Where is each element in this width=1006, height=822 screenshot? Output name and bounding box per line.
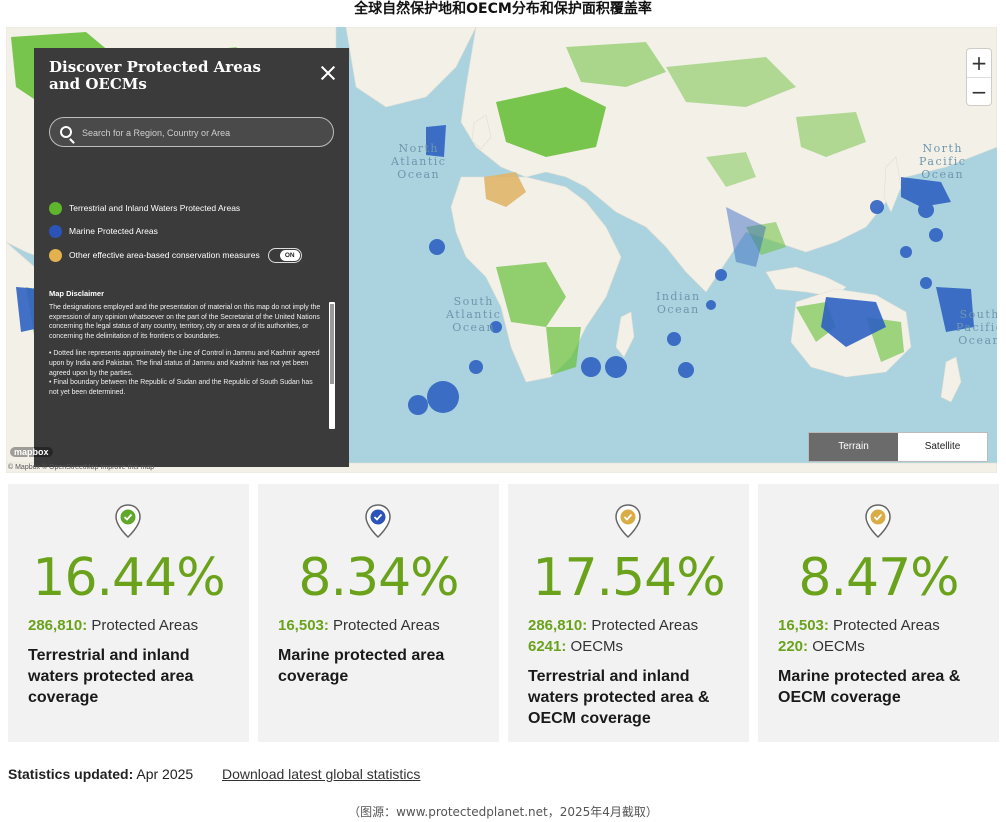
stat-count: 286,810:: [28, 617, 88, 634]
stat-count-label: OECMs: [566, 638, 624, 655]
stats-updated-label: Statistics updated:: [8, 766, 134, 782]
stat-description: Marine protected area coverage: [278, 647, 445, 685]
south-atlantic-label: South Atlantic Ocean: [446, 295, 502, 334]
legend-item-oecm: Other effective area-based conservation …: [49, 247, 302, 263]
terrain-button[interactable]: Terrain: [809, 433, 898, 461]
stat-description: Terrestrial and inland waters protected …: [28, 647, 194, 706]
stat-count-line: 220: OECMs: [778, 637, 865, 657]
source-caption: （图源：www.protectedplanet.net，2025年4月截取）: [348, 805, 658, 819]
toggle-state: ON: [279, 249, 300, 261]
stat-value: 8.47%: [798, 548, 959, 608]
oecm-toggle[interactable]: ON: [267, 247, 302, 263]
south-pacific-label: South Pacific Ocean: [956, 308, 997, 347]
disclaimer-scrollbar[interactable]: [329, 302, 335, 429]
zoom-controls: + −: [967, 49, 991, 105]
download-statistics-link[interactable]: Download latest global statistics: [222, 766, 420, 782]
close-icon[interactable]: [320, 65, 336, 81]
stat-value: 17.54%: [532, 548, 725, 608]
green-dot-icon: [49, 201, 62, 215]
disclaimer-notes: • Dotted line represents approximately t…: [49, 350, 320, 396]
stats-updated: Statistics updated: Apr 2025: [8, 766, 193, 782]
panel-title: Discover Protected Areas and OECMs: [49, 58, 261, 93]
stat-count: 220:: [778, 638, 809, 655]
stat-count-label: Protected Areas: [828, 617, 940, 634]
zoom-out-button[interactable]: −: [967, 77, 991, 105]
stat-count: 16,503:: [778, 617, 829, 634]
stat-card-marine: 8.34% 16,503: Protected Areas Marine pro…: [258, 484, 499, 742]
world-map[interactable]: North Atlantic Ocean South Atlantic Ocea…: [6, 27, 997, 473]
stat-count: 286,810:: [528, 617, 588, 634]
stats-updated-date: Apr 2025: [133, 766, 194, 782]
stat-card-terrestrial-oecm: 17.54% 286,810: Protected Areas 6241: OE…: [508, 484, 749, 742]
stat-value: 8.34%: [298, 548, 459, 608]
stat-count-line: 16,503: Protected Areas: [778, 616, 940, 636]
disclaimer-paragraph: The designations employed and the presen…: [49, 304, 321, 340]
legend-item-marine: Marine Protected Areas: [49, 224, 158, 238]
legend-label: Terrestrial and Inland Waters Protected …: [69, 203, 241, 213]
legend-label: Other effective area-based conservation …: [69, 250, 260, 260]
disclaimer-body: The designations employed and the presen…: [49, 303, 323, 429]
north-atlantic-label: North Atlantic Ocean: [391, 142, 447, 181]
disclaimer-title: Map Disclaimer: [49, 289, 105, 298]
stat-count-label: Protected Areas: [587, 617, 699, 634]
stat-count-line: 286,810: Protected Areas: [28, 616, 198, 636]
map-pin-check-icon: [365, 504, 391, 538]
stat-count-label: Protected Areas: [328, 617, 440, 634]
indian-ocean-label: Indian Ocean: [656, 290, 701, 316]
stat-count: 6241:: [528, 638, 567, 655]
map-attribution[interactable]: © Mapbox © OpenStreetMap Improve this ma…: [8, 464, 154, 471]
north-pacific-label: North Pacific Ocean: [919, 142, 967, 181]
legend-label: Marine Protected Areas: [69, 226, 158, 236]
blue-dot-icon: [49, 224, 62, 238]
zoom-in-button[interactable]: +: [967, 49, 991, 77]
map-pin-check-icon: [115, 504, 141, 538]
stat-count-line: 286,810: Protected Areas: [528, 616, 698, 636]
stat-count-label: OECMs: [808, 638, 865, 655]
map-pin-check-icon: [865, 504, 891, 538]
stat-count-label: Protected Areas: [87, 617, 199, 634]
mapbox-logo[interactable]: mapbox: [10, 447, 53, 457]
stat-count-line: 16,503: Protected Areas: [278, 616, 440, 636]
map-pin-check-icon: [615, 504, 641, 538]
search-box[interactable]: [49, 117, 334, 147]
stat-count-line: 6241: OECMs: [528, 637, 623, 657]
scrollbar-thumb[interactable]: [330, 304, 334, 384]
yellow-dot-icon: [49, 248, 62, 262]
page-title: 全球自然保护地和OECM分布和保护面积覆盖率: [354, 1, 652, 17]
stat-count: 16,503:: [278, 617, 329, 634]
layer-toggle: Terrain Satellite: [809, 433, 987, 461]
stat-card-marine-oecm: 8.47% 16,503: Protected Areas 220: OECMs…: [758, 484, 999, 742]
stat-description: Terrestrial and inland waters protected …: [528, 668, 710, 727]
stat-description: Marine protected area & OECM coverage: [778, 668, 961, 706]
discover-panel: Discover Protected Areas and OECMs Terre…: [34, 48, 349, 467]
legend-item-terrestrial: Terrestrial and Inland Waters Protected …: [49, 201, 240, 215]
stat-value: 16.44%: [32, 548, 225, 608]
satellite-button[interactable]: Satellite: [898, 433, 987, 461]
search-icon: [60, 126, 72, 138]
search-input[interactable]: [82, 123, 322, 143]
stat-card-terrestrial: 16.44% 286,810: Protected Areas Terrestr…: [8, 484, 249, 742]
